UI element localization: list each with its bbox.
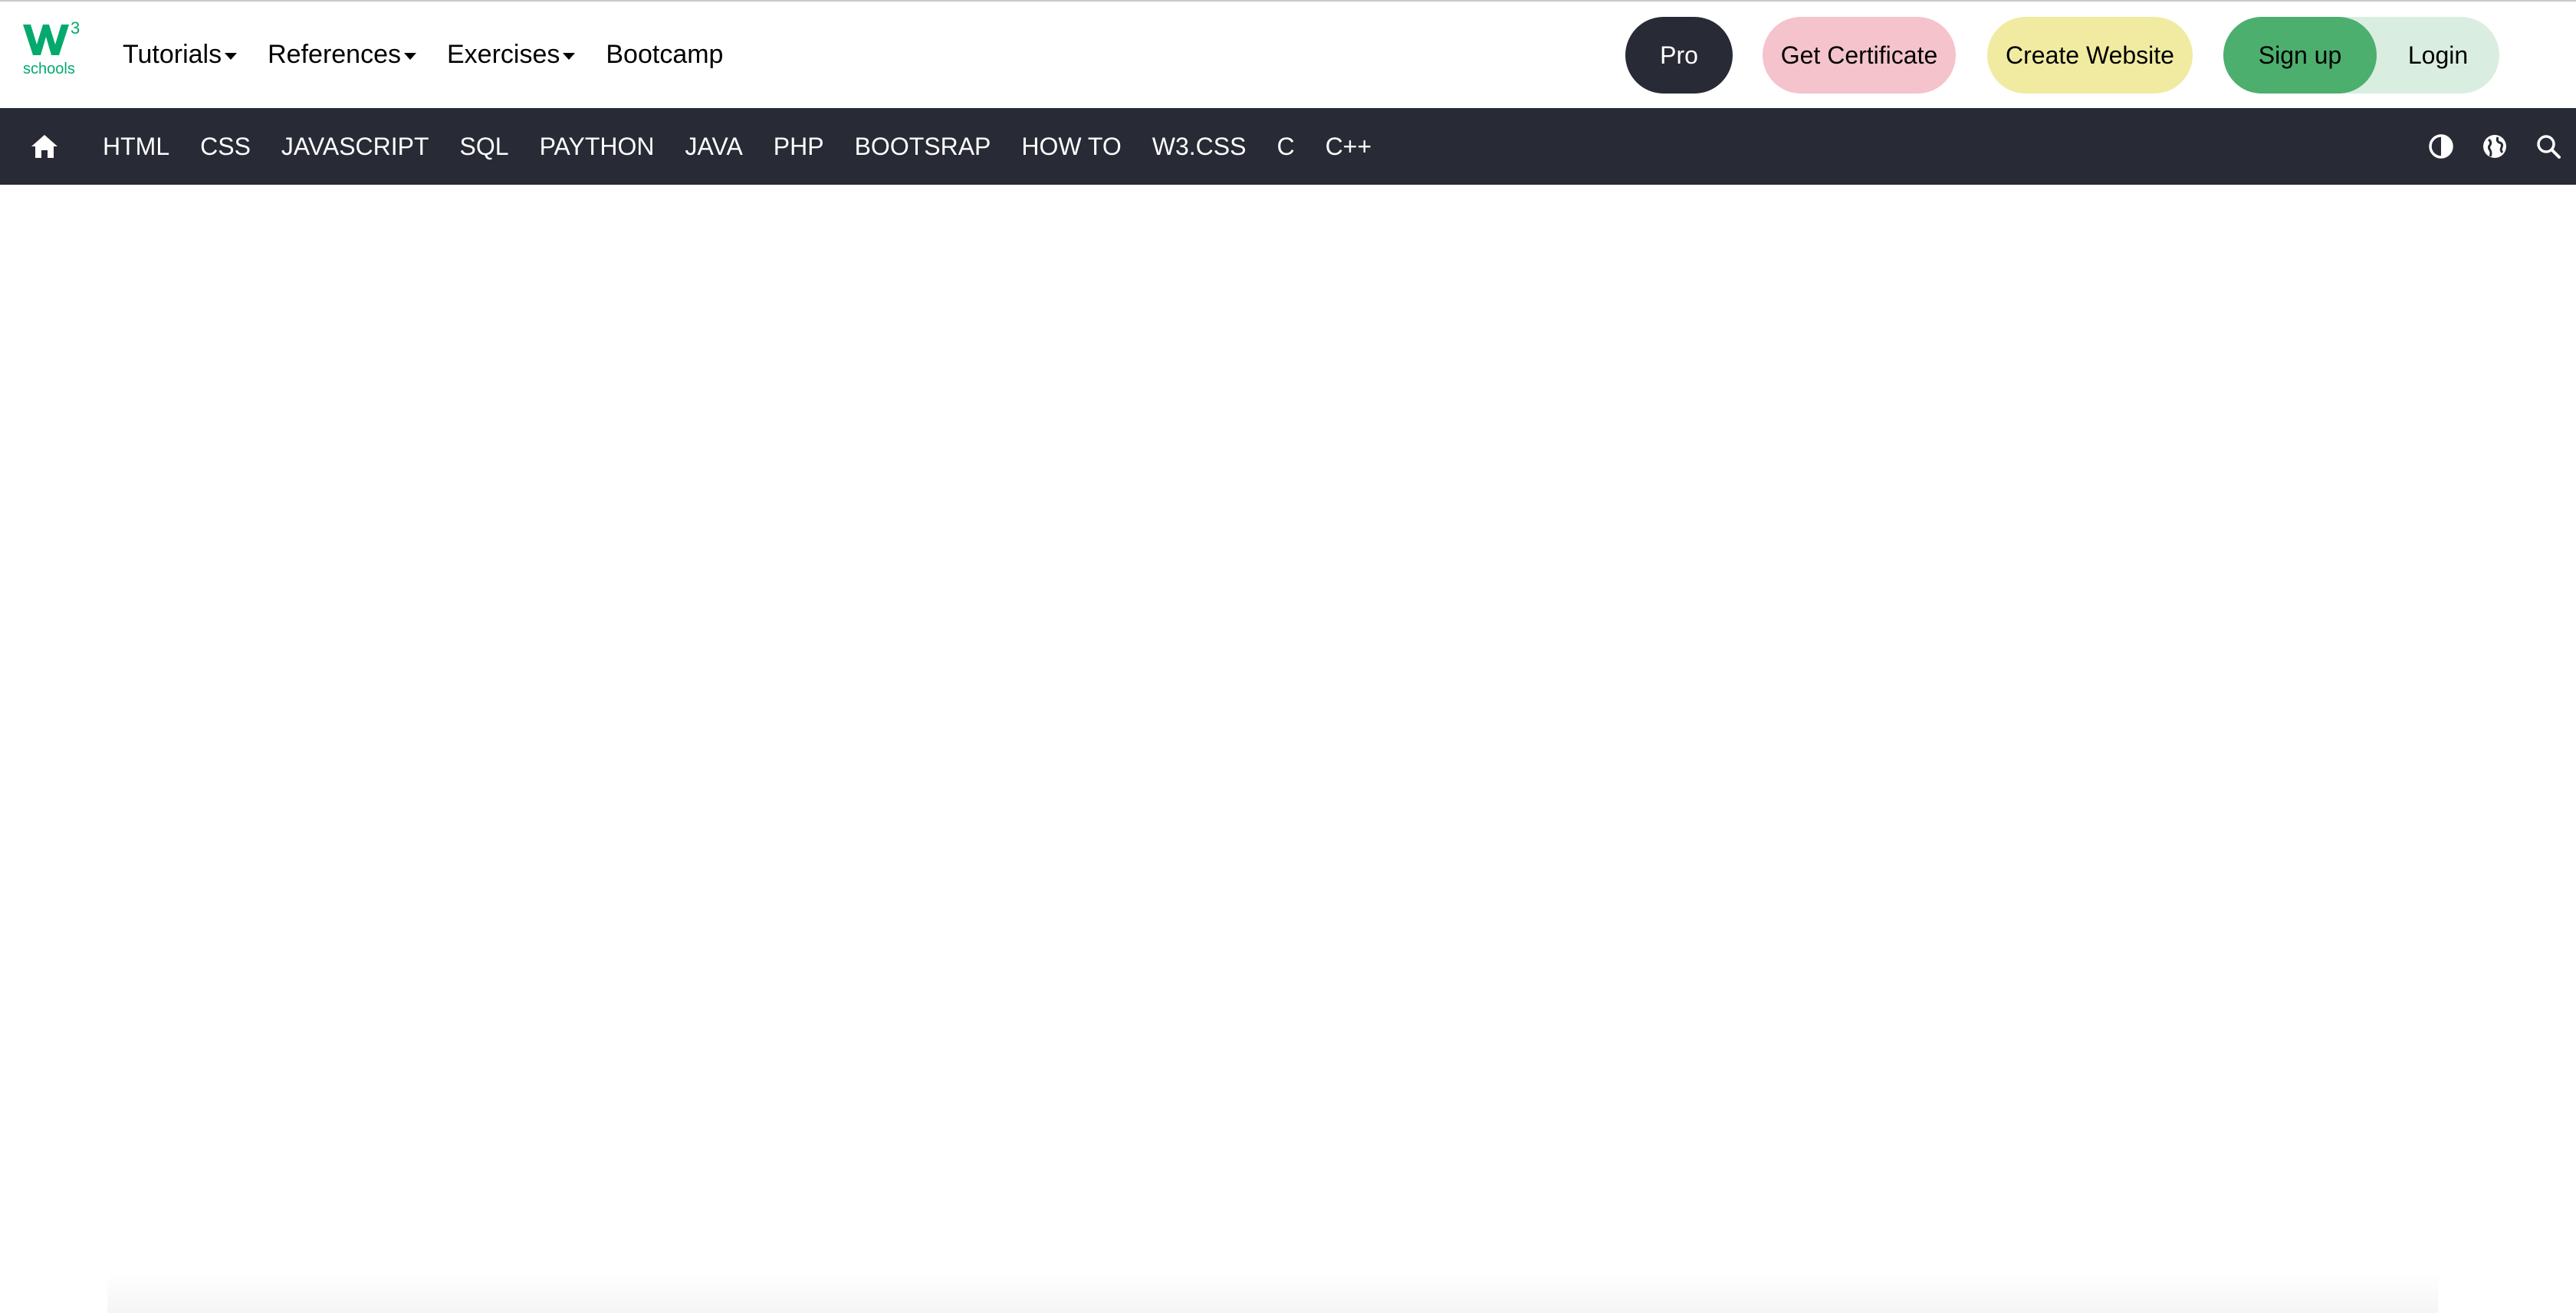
navlink-python[interactable]: PAYTHON [540,133,655,161]
globe-icon-glyph [2483,135,2506,158]
pro-button[interactable]: Pro [1625,17,1733,94]
navlink-w3css[interactable]: W3.CSS [1152,133,1247,161]
nav-references-label: References [268,39,401,69]
navlink-bootstrap[interactable]: BOOTSRAP [855,133,991,161]
navlink-c[interactable]: C [1276,133,1294,161]
logo-superscript: 3 [71,18,80,38]
navlink-html[interactable]: HTML [103,133,169,161]
sign-up-button[interactable]: Sign up [2223,17,2377,94]
magnifier-icon [2537,135,2561,159]
contrast-icon [2429,134,2453,159]
nav-bootcamp[interactable]: Bootcamp [606,40,723,70]
auth-button-group: Sign up Login [2223,17,2499,94]
subject-links: HTML CSS JAVASCRIPT SQL PAYTHON JAVA PHP… [103,108,1402,185]
nav-exercises[interactable]: Exercises [447,39,576,70]
globe-icon[interactable] [2481,133,2509,160]
navlink-css[interactable]: CSS [200,133,251,161]
nav-tutorials[interactable]: Tutorials [123,39,238,70]
caret-down-icon [225,52,238,60]
subject-navbar: HTML CSS JAVASCRIPT SQL PAYTHON JAVA PHP… [0,108,2576,185]
caret-down-icon [404,52,416,60]
w3schools-logo[interactable]: 3 schools [21,18,84,78]
main-content [0,185,2576,1313]
create-website-button[interactable]: Create Website [1987,17,2193,94]
navlink-sql[interactable]: SQL [460,133,509,161]
home-icon-glyph [31,135,58,158]
login-button[interactable]: Login [2377,17,2499,94]
navlink-cpp[interactable]: C++ [1326,133,1372,161]
theme-toggle-icon[interactable] [2427,133,2455,160]
caret-down-icon [563,52,576,60]
nav-exercises-label: Exercises [447,39,560,69]
top-header: 3 schools Tutorials References Exercises… [0,2,2576,107]
w3-logo-icon: 3 schools [23,18,80,77]
bottom-shadow [107,1272,2438,1313]
home-icon[interactable] [29,131,60,162]
nav-bootcamp-label: Bootcamp [606,39,724,69]
logo-wordmark: schools [23,61,75,77]
navlink-how-to[interactable]: HOW TO [1021,133,1121,161]
navlink-java[interactable]: JAVA [685,133,743,161]
nav-tutorials-label: Tutorials [123,39,222,69]
get-certificate-button[interactable]: Get Certificate [1763,17,1956,94]
navlink-php[interactable]: PHP [774,133,824,161]
top-nav: Tutorials References Exercises Bootcamp [123,2,754,107]
navlink-javascript[interactable]: JAVASCRIPT [281,133,429,161]
search-icon[interactable] [2535,133,2562,160]
nav-references[interactable]: References [268,40,416,70]
